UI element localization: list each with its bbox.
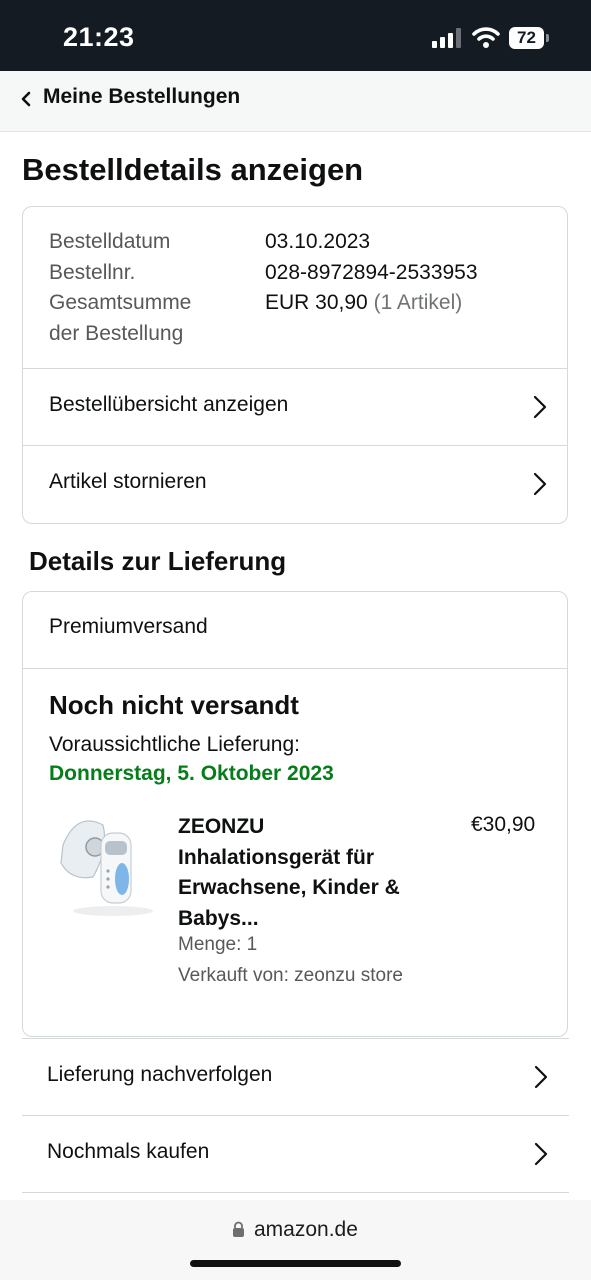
eta-label: Voraussichtliche Lieferung: [49, 733, 300, 756]
order-date-label: Bestelldatum [49, 230, 171, 253]
order-item-count: (1 Artikel) [373, 291, 463, 314]
product-image[interactable] [53, 807, 157, 919]
cancel-items-link[interactable]: Artikel stornieren [23, 445, 567, 523]
shipment-status: Noch nicht versandt [49, 690, 299, 720]
status-bar: 21:23 72 [0, 0, 591, 71]
nav-bar: Meine Bestellungen [0, 71, 591, 132]
page-title: Bestelldetails anzeigen [22, 152, 364, 187]
product-quantity: Menge: 1 [178, 934, 258, 955]
order-number-value: 028-8972894-2533953 [265, 260, 478, 284]
product-name-link[interactable]: ZEONZU Inhalationsgerät für Erwachsene, … [178, 812, 438, 934]
order-number-label: Bestellnr. [49, 260, 136, 284]
chevron-right-icon [533, 395, 547, 419]
url-domain: amazon.de [254, 1218, 358, 1241]
chevron-left-icon[interactable] [19, 89, 33, 109]
cellular-signal-icon [432, 28, 461, 48]
delivery-section-title: Details zur Lieferung [29, 546, 287, 576]
shipping-type: Premiumversand [49, 615, 208, 638]
battery-icon: 72 [509, 27, 549, 49]
divider [22, 1192, 569, 1193]
lock-icon [233, 1221, 244, 1237]
chevron-right-icon [534, 1065, 548, 1089]
cancel-items-label: Artikel stornieren [49, 470, 207, 493]
track-package-label: Lieferung nachverfolgen [47, 1063, 273, 1086]
order-total-value: EUR 30,90 (1 Artikel) [265, 291, 463, 314]
view-order-summary-label: Bestellübersicht anzeigen [49, 393, 289, 416]
chevron-right-icon [533, 472, 547, 496]
view-order-summary-link[interactable]: Bestellübersicht anzeigen [23, 368, 567, 446]
order-summary-card: Bestelldatum 03.10.2023 Bestellnr. 028-8… [22, 206, 568, 524]
product-price: €30,90 [471, 813, 536, 836]
delivery-card: Premiumversand Noch nicht versandt Vorau… [22, 591, 568, 1037]
browser-url-bar[interactable]: amazon.de [0, 1200, 591, 1280]
back-to-orders-link[interactable]: Meine Bestellungen [43, 85, 240, 109]
order-total-label: Gesamtsumme [49, 291, 192, 314]
order-total-label-2: der Bestellung [49, 321, 184, 345]
chevron-right-icon [534, 1142, 548, 1166]
product-seller: Verkauft von: zeonzu store [178, 965, 403, 986]
buy-again-label: Nochmals kaufen [47, 1140, 210, 1163]
buy-again-link[interactable]: Nochmals kaufen [22, 1115, 569, 1193]
divider [23, 668, 567, 669]
battery-level: 72 [509, 27, 544, 49]
eta-date: Donnerstag, 5. Oktober 2023 [49, 762, 334, 785]
track-package-link[interactable]: Lieferung nachverfolgen [22, 1038, 569, 1116]
wifi-icon [472, 27, 500, 48]
home-indicator [190, 1260, 401, 1267]
order-date-value: 03.10.2023 [265, 230, 371, 253]
status-time: 21:23 [63, 22, 135, 52]
